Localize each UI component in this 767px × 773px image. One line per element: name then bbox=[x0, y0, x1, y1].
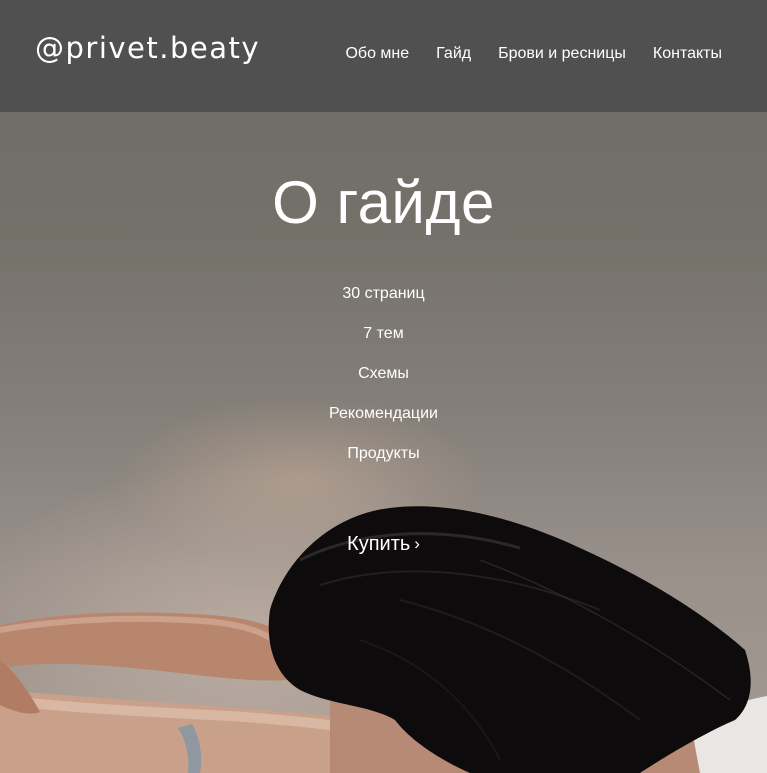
buy-button-label: Купить bbox=[347, 533, 411, 555]
page-title: О гайде bbox=[272, 169, 495, 236]
nav-item-brows-lashes[interactable]: Брови и ресницы bbox=[498, 45, 626, 63]
feature-item: Рекомендации bbox=[329, 405, 438, 422]
feature-item: 30 страниц bbox=[342, 285, 425, 302]
page: @privet.beaty Обо мне Гайд Брови и ресни… bbox=[0, 0, 767, 773]
hand-left bbox=[0, 660, 40, 714]
site-logo[interactable]: @privet.beaty bbox=[35, 31, 260, 65]
feature-item: Продукты bbox=[347, 445, 420, 462]
chevron-right-icon: › bbox=[414, 534, 420, 553]
nav-item-about[interactable]: Обо мне bbox=[345, 45, 409, 63]
main-nav: Обо мне Гайд Брови и ресницы Контакты bbox=[318, 45, 722, 63]
feature-item: 7 тем bbox=[363, 325, 404, 342]
feature-item: Схемы bbox=[358, 365, 409, 382]
nav-item-guide[interactable]: Гайд bbox=[436, 45, 471, 63]
features-list: 30 страниц 7 тем Схемы Рекомендации Прод… bbox=[0, 285, 767, 485]
nav-item-contacts[interactable]: Контакты bbox=[653, 45, 722, 63]
site-header: @privet.beaty Обо мне Гайд Брови и ресни… bbox=[0, 0, 767, 112]
buy-button[interactable]: Купить › bbox=[0, 533, 767, 556]
